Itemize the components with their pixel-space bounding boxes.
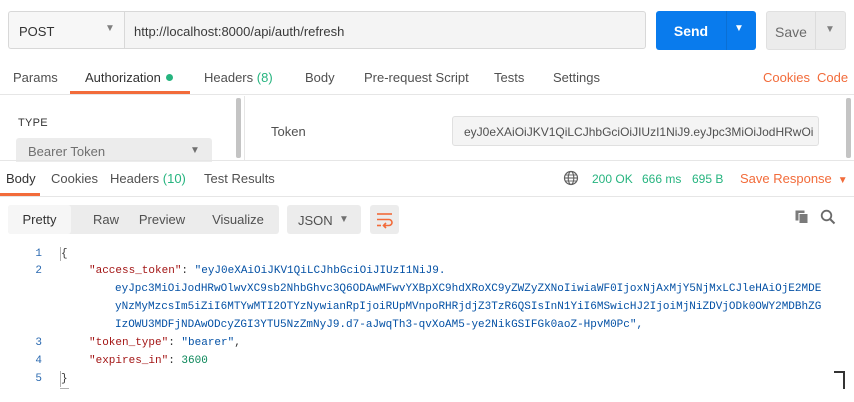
save-response-label: Save Response <box>740 171 832 186</box>
save-divider <box>815 12 816 49</box>
response-size[interactable]: 695 B <box>692 172 723 186</box>
send-options-chevron-icon[interactable]: ▼ <box>734 23 744 34</box>
method-select[interactable]: POST ▼ <box>8 11 124 49</box>
right-pane-scrollbar[interactable] <box>846 98 851 158</box>
chevron-down-icon: ▼ <box>190 145 200 156</box>
search-icon[interactable] <box>820 209 836 228</box>
url-value: http://localhost:8000/api/auth/refresh <box>134 24 345 39</box>
token-label: Token <box>271 124 306 139</box>
auth-type-value: Bearer Token <box>28 144 106 159</box>
response-headers-count: (10) <box>162 171 186 186</box>
save-options-chevron-icon[interactable]: ▼ <box>825 24 835 35</box>
line-number: 2 <box>35 265 42 277</box>
code-line-expires-in: "expires_in": 3600 <box>89 355 208 367</box>
divider <box>0 196 854 197</box>
response-tab-body[interactable]: Body <box>6 171 36 186</box>
method-value: POST <box>19 24 55 39</box>
save-response-button[interactable]: Save Response ▼ <box>740 171 848 186</box>
json-colon: : <box>168 337 182 349</box>
auth-type-select[interactable]: Bearer Token ▼ <box>16 138 212 162</box>
json-number: 3600 <box>181 355 208 367</box>
view-mode-group: Pretty Raw Preview Visualize <box>8 205 279 234</box>
divider <box>0 160 854 161</box>
scroll-cursor <box>843 371 845 389</box>
json-key: "expires_in" <box>89 355 169 367</box>
send-divider <box>726 11 727 50</box>
format-value: JSON <box>298 213 333 228</box>
token-value: eyJ0eXAiOiJKV1QiLCJhbGciOiJIUzI1NiJ9.eyJ… <box>464 125 814 139</box>
send-label: Send <box>673 23 709 39</box>
json-colon: : <box>181 265 195 277</box>
cookies-link[interactable]: Cookies <box>763 70 810 85</box>
save-button[interactable]: Save ▼ <box>766 11 846 50</box>
fold-marker <box>60 388 69 389</box>
format-select[interactable]: JSON ▼ <box>287 205 361 234</box>
wrap-lines-button[interactable] <box>370 205 399 234</box>
url-input[interactable]: http://localhost:8000/api/auth/refresh <box>124 11 646 49</box>
response-tab-headers-label: Headers <box>110 171 160 186</box>
json-key: "token_type" <box>89 337 169 349</box>
view-pretty-button[interactable]: Pretty <box>8 205 71 234</box>
view-visualize-button[interactable]: Visualize <box>206 205 270 234</box>
json-key: "access_token" <box>89 265 182 277</box>
response-time[interactable]: 666 ms <box>642 172 681 186</box>
json-string: "bearer" <box>181 337 235 349</box>
chevron-down-icon: ▼ <box>837 175 848 186</box>
view-raw-button[interactable]: Raw <box>71 205 141 234</box>
tab-params[interactable]: Params <box>13 70 58 85</box>
json-string-continued: eyJpc3MiOiJodHRwOlwvXC9sb2NhbGhvc3Q6ODAw… <box>115 283 822 331</box>
left-pane-scrollbar[interactable] <box>236 98 241 158</box>
response-tab-headers[interactable]: Headers (10) <box>110 171 186 186</box>
tab-authorization[interactable]: Authorization <box>85 70 173 85</box>
code-line-access-token: "access_token": "eyJ0eXAiOiJKV1QiLCJhbGc… <box>89 265 445 277</box>
tab-headers-label: Headers <box>204 70 254 85</box>
code-link[interactable]: Code <box>817 70 848 85</box>
response-tab-cookies[interactable]: Cookies <box>51 171 98 186</box>
tab-prerequest-script[interactable]: Pre-request Script <box>364 70 469 85</box>
save-label: Save <box>775 24 807 40</box>
code-line-token-type: "token_type": "bearer", <box>89 337 241 349</box>
line-number: 1 <box>35 248 42 260</box>
open-brace: { <box>61 248 68 260</box>
tab-body[interactable]: Body <box>305 70 335 85</box>
wrap-lines-icon <box>377 213 393 229</box>
line-number: 3 <box>35 337 42 349</box>
divider <box>0 94 854 95</box>
json-string: "eyJ0eXAiOiJKV1QiLCJhbGciOiJIUzI1NiJ9. <box>194 265 446 277</box>
active-dot-icon <box>165 74 173 81</box>
line-number: 4 <box>35 355 42 367</box>
auth-type-label: TYPE <box>18 117 48 129</box>
chevron-down-icon: ▼ <box>105 23 115 34</box>
tab-authorization-label: Authorization <box>85 70 161 85</box>
chevron-down-icon: ▼ <box>339 214 349 225</box>
status-code[interactable]: 200 OK <box>592 172 633 186</box>
tab-headers[interactable]: Headers (8) <box>204 70 273 85</box>
pane-divider[interactable] <box>244 96 245 160</box>
send-button[interactable]: Send ▼ <box>656 11 756 50</box>
response-tab-test-results[interactable]: Test Results <box>204 171 275 186</box>
view-preview-button[interactable]: Preview <box>135 205 189 234</box>
response-body-editor[interactable]: 1 2 3 4 5 { "access_token": "eyJ0eXAiOiJ… <box>0 243 854 393</box>
token-input[interactable]: eyJ0eXAiOiJKV1QiLCJhbGciOiJIUzI1NiJ9.eyJ… <box>452 116 819 146</box>
tab-settings[interactable]: Settings <box>553 70 600 85</box>
tab-tests[interactable]: Tests <box>494 70 524 85</box>
json-comma: , <box>234 337 241 349</box>
json-colon: : <box>168 355 182 367</box>
headers-count: (8) <box>256 70 273 85</box>
close-brace: } <box>61 373 68 385</box>
line-number: 5 <box>35 373 42 385</box>
copy-icon[interactable] <box>794 209 810 228</box>
globe-icon[interactable] <box>563 170 579 189</box>
